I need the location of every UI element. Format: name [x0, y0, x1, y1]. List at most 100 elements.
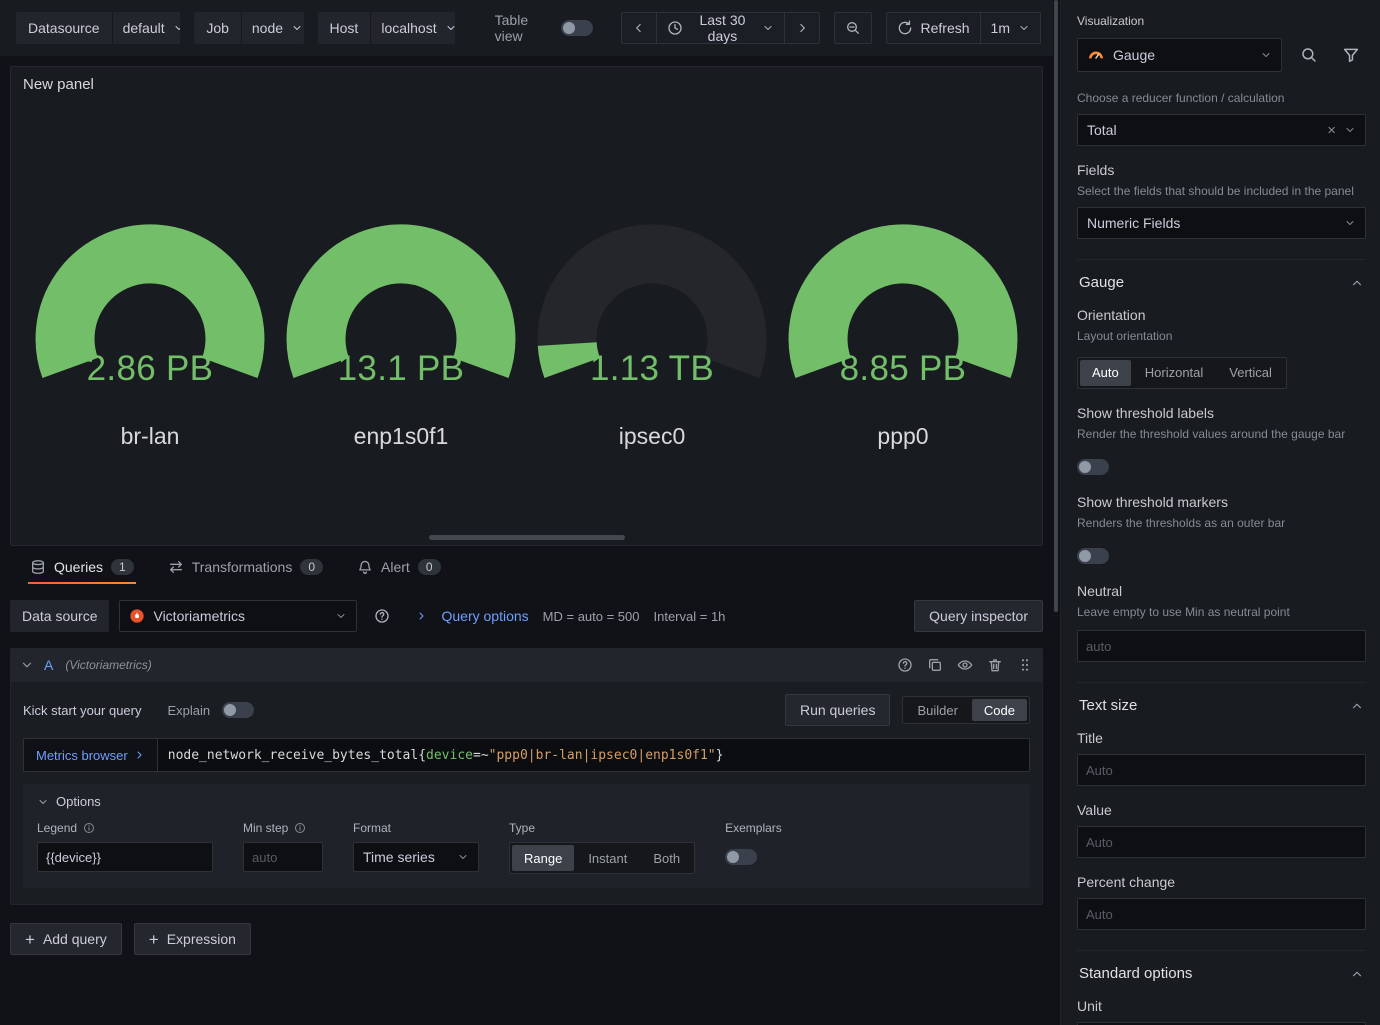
tab-alert[interactable]: Alert 0 [353, 546, 444, 588]
standard-options-title: Standard options [1079, 965, 1193, 983]
job-variable-picker[interactable]: node [240, 12, 304, 44]
chevron-up-icon [1350, 276, 1364, 290]
fields-label: Fields [1077, 162, 1115, 179]
zoom-out-icon [845, 20, 861, 36]
orientation-horizontal-option[interactable]: Horizontal [1133, 360, 1216, 386]
datasource-variable-picker[interactable]: default [111, 12, 181, 44]
job-variable-value: node [251, 20, 284, 36]
data-source-picker[interactable]: Victoriametrics [119, 600, 358, 632]
flame-icon [129, 608, 145, 624]
run-queries-button[interactable]: Run queries [784, 694, 891, 726]
query-row-header[interactable]: A (Victoriametrics) [10, 648, 1043, 682]
show-threshold-markers-toggle[interactable] [1077, 547, 1109, 564]
legend-input[interactable] [37, 842, 213, 872]
table-view-control: Table view [495, 12, 594, 44]
code-mode-option[interactable]: Code [971, 699, 1027, 721]
add-query-button[interactable]: Add query [10, 923, 122, 955]
viz-search-button[interactable] [1294, 40, 1324, 70]
gauge-section-header[interactable]: Gauge [1077, 260, 1366, 291]
add-expression-button[interactable]: Expression [133, 923, 251, 955]
orientation-vertical-option[interactable]: Vertical [1217, 360, 1284, 386]
value-size-input[interactable] [1077, 826, 1366, 859]
show-threshold-labels-toggle[interactable] [1077, 458, 1109, 475]
drag-handle-grip-icon[interactable] [1017, 657, 1033, 673]
query-row-actions [897, 657, 1033, 673]
min-step-input[interactable] [243, 842, 323, 872]
builder-mode-option[interactable]: Builder [905, 699, 969, 721]
host-variable-picker[interactable]: localhost [370, 12, 454, 44]
fields-select[interactable]: Numeric Fields [1077, 207, 1366, 240]
query-inspector-button[interactable]: Query inspector [914, 600, 1043, 632]
format-select[interactable]: Time series [353, 842, 479, 872]
time-forward-button[interactable] [784, 12, 820, 44]
datasource-variable-value: default [122, 20, 165, 36]
chevron-right-icon [133, 749, 145, 761]
clear-icon[interactable] [1327, 123, 1336, 138]
title-size-label: Title [1077, 730, 1103, 747]
fields-hint: Select the fields that should be include… [1077, 184, 1354, 199]
gauge-value: 1.13 TB [589, 349, 715, 388]
viz-filter-button[interactable] [1336, 40, 1366, 70]
query-expression-row: Metrics browser node_network_receive_byt… [23, 738, 1030, 772]
query-options-grid: Legend Min step Format Time series [37, 821, 1016, 874]
time-range-picker[interactable]: Last 30 days [657, 12, 785, 44]
tab-transformations-label: Transformations [191, 559, 293, 575]
gauge-value: 8.85 PB [839, 349, 967, 388]
orientation-auto-option[interactable]: Auto [1080, 359, 1131, 386]
neutral-label: Neutral [1077, 582, 1123, 599]
tab-queries-label: Queries [54, 559, 104, 575]
refresh-interval-picker[interactable]: 1m [980, 12, 1041, 44]
text-size-section-header[interactable]: Text size [1077, 683, 1366, 714]
format-field: Format Time series [353, 821, 479, 872]
search-icon [1300, 46, 1318, 64]
query-expression-input[interactable]: node_network_receive_bytes_total{device =… [156, 738, 1030, 772]
tab-queries-count: 1 [111, 559, 134, 575]
table-view-toggle[interactable] [561, 20, 594, 36]
title-size-input[interactable] [1077, 754, 1366, 787]
kick-start-button[interactable]: Kick start your query [23, 703, 142, 718]
exemplars-toggle[interactable] [725, 849, 758, 865]
refresh-button[interactable]: Refresh [885, 12, 981, 44]
tab-transformations[interactable]: Transformations 0 [164, 546, 327, 588]
explain-toggle[interactable] [222, 702, 255, 718]
metrics-browser-button[interactable]: Metrics browser [23, 738, 157, 772]
gauge-label: ipsec0 [618, 423, 686, 449]
chevron-right-icon [415, 610, 427, 622]
expr-label-value: "ppp0|br-lan|ipsec0|enp1s0f1" [488, 747, 716, 763]
query-options-toggle[interactable]: Query options MD = auto = 500 Interval =… [415, 608, 725, 624]
editor-mode-switch: Builder Code [902, 696, 1030, 724]
unit-label: Unit [1077, 998, 1102, 1015]
options-collapse[interactable]: Options [37, 794, 1016, 809]
type-both-option[interactable]: Both [641, 845, 692, 871]
table-view-label: Table view [494, 12, 529, 44]
visualization-picker[interactable]: Gauge [1077, 38, 1282, 72]
refresh-group: Refresh 1m [885, 12, 1041, 44]
exemplars-label: Exemplars [725, 821, 782, 835]
reducer-select[interactable]: Total [1077, 114, 1366, 147]
standard-options-header[interactable]: Standard options [1077, 951, 1366, 982]
explain-label: Explain [167, 702, 211, 718]
fields-value: Numeric Fields [1087, 215, 1181, 232]
neutral-input[interactable] [1077, 630, 1366, 663]
threshold-labels-hint: Render the threshold values around the g… [1077, 426, 1346, 441]
panel-options-sidebar: Visualization Gauge Choose a reducer fun… [1060, 0, 1380, 1025]
tab-queries[interactable]: Queries 1 [26, 546, 138, 588]
zoom-out-button[interactable] [833, 12, 872, 44]
panel-scrollbar[interactable] [428, 535, 625, 540]
time-back-button[interactable] [621, 12, 658, 44]
duplicate-icon[interactable] [927, 657, 943, 673]
collapse-chevron-icon[interactable] [20, 658, 34, 672]
datasource-help-button[interactable] [367, 601, 397, 631]
hide-query-eye-icon[interactable] [957, 657, 973, 673]
pane-divider[interactable] [1053, 0, 1060, 1025]
percent-change-size-input[interactable] [1077, 898, 1366, 931]
help-icon[interactable] [897, 657, 913, 673]
type-range-option[interactable]: Range [512, 845, 575, 871]
delete-query-trash-icon[interactable] [987, 657, 1003, 673]
max-data-points-summary: MD = auto = 500 [542, 608, 640, 624]
type-instant-option[interactable]: Instant [576, 845, 639, 871]
legend-field: Legend [37, 821, 213, 872]
options-pane-scrollbar[interactable] [1054, 0, 1058, 612]
format-value: Time series [363, 849, 435, 865]
add-query-label: Add query [42, 931, 107, 947]
